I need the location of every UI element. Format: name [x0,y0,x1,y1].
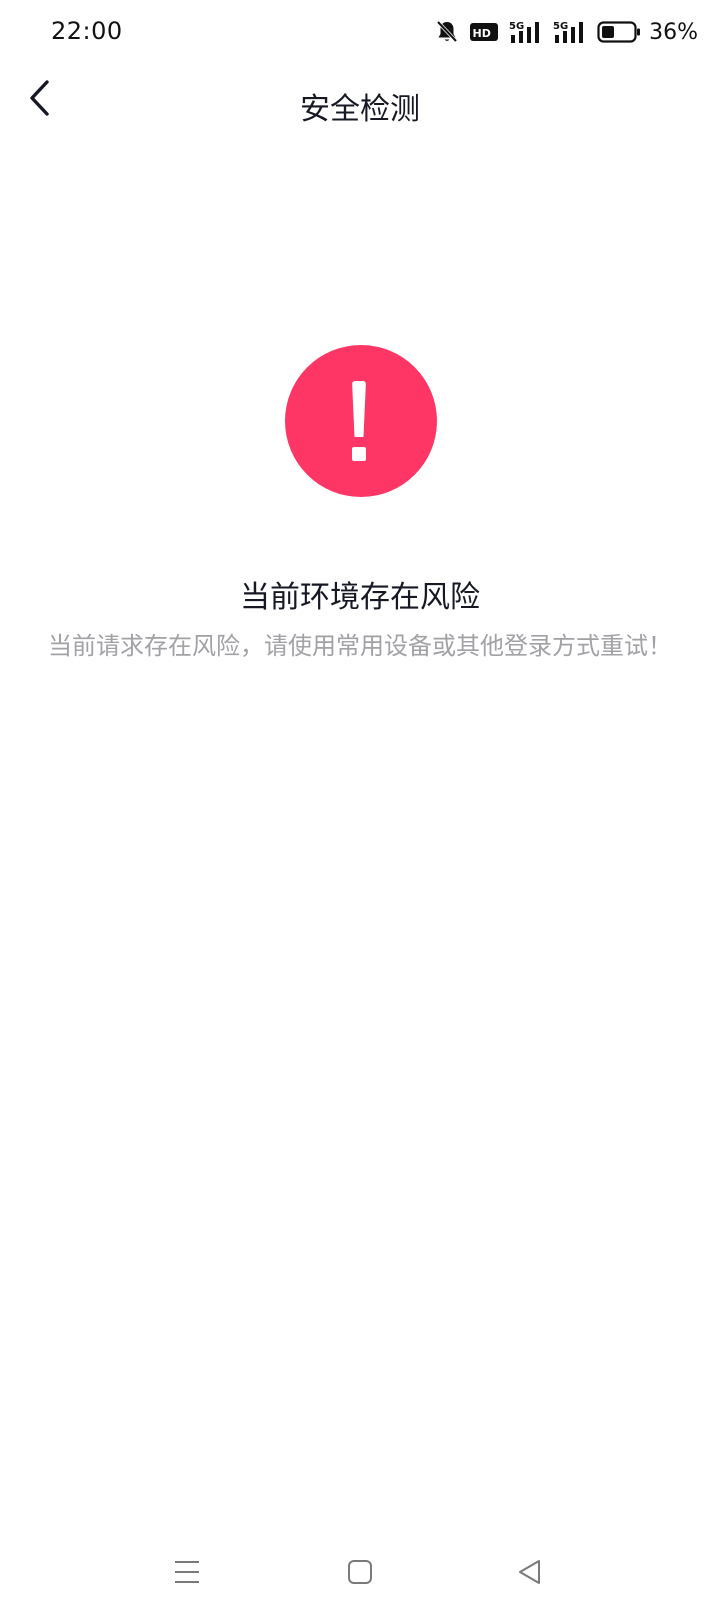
menu-button[interactable] [165,1552,209,1596]
exclamation-circle-icon [285,345,437,497]
risk-title: 当前环境存在风险 [240,580,480,615]
battery-percent: 36% [649,19,698,45]
exclamation-dot [352,447,366,461]
hd-label: HD [473,27,491,40]
home-icon [346,1558,374,1590]
network-label-b: 5G [553,21,568,32]
menu-icon [172,1558,202,1590]
nav-bar: 安全检测 [0,64,720,152]
hd-icon: HD [469,21,499,43]
system-back-button[interactable] [508,1552,552,1596]
page-title: 安全检测 [300,92,420,127]
status-bar: 22:00 HD 5G 5G 36% [0,0,720,64]
signal-5g-icon: 5G [509,19,543,45]
screen: 22:00 HD 5G 5G 36% 安全检测 当前环境存在风险 当前请求存在风… [0,0,720,1612]
home-button[interactable] [338,1552,382,1596]
status-icons: HD 5G 5G 36% [435,16,698,48]
bell-off-icon [435,19,459,45]
exclamation-bar [352,381,366,437]
risk-description: 当前请求存在风险，请使用常用设备或其他登录方式重试！ [48,632,672,660]
status-time: 22:00 [51,17,123,45]
back-triangle-icon [516,1558,544,1590]
signal-5g-icon: 5G [553,19,587,45]
battery-icon [597,20,641,44]
system-nav-bar [0,1532,720,1612]
network-label-a: 5G [509,21,524,32]
